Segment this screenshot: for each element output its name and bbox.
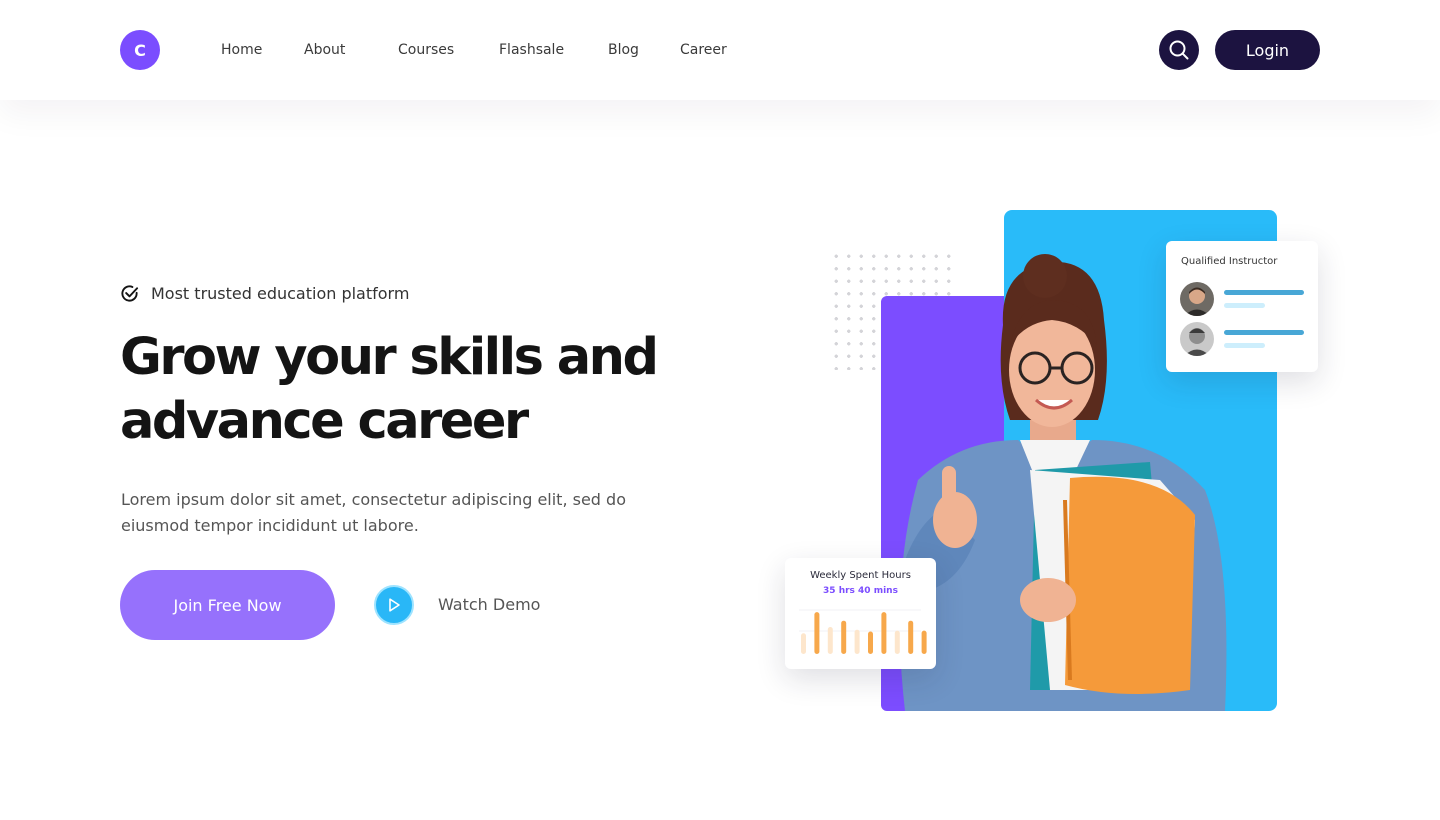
search-button[interactable] xyxy=(1159,30,1199,70)
nav-career[interactable]: Career xyxy=(680,41,727,59)
login-label: Login xyxy=(1245,40,1290,60)
weekly-bar xyxy=(841,620,847,654)
instructor-card: Qualified Instructor xyxy=(1166,241,1318,372)
trusted-badge: Most trusted education platform xyxy=(120,284,409,303)
weekly-bar xyxy=(827,627,833,654)
hero-description: Lorem ipsum dolor sit amet, consectetur … xyxy=(121,490,626,535)
site-header: C Home About Courses Flashsale Blog Care… xyxy=(0,0,1440,100)
weekly-bar xyxy=(854,629,860,654)
avatar xyxy=(1180,282,1214,316)
play-icon xyxy=(389,598,400,612)
nav-about[interactable]: About xyxy=(304,41,345,59)
trusted-text: Most trusted education platform xyxy=(151,284,410,303)
weekly-hours-card: Weekly Spent Hours 35 hrs 40 mins xyxy=(785,558,936,669)
play-button[interactable] xyxy=(374,585,414,625)
logo[interactable]: C xyxy=(120,30,160,70)
weekly-bar xyxy=(814,612,820,654)
avatar-icon xyxy=(1180,322,1214,356)
nav-flashsale[interactable]: Flashsale xyxy=(499,41,564,59)
logo-letter: C xyxy=(134,40,146,60)
instructor-line xyxy=(1224,343,1265,348)
weekly-bar xyxy=(894,630,900,654)
weekly-bar xyxy=(921,630,927,654)
search-icon xyxy=(1169,40,1189,60)
instructor-line xyxy=(1224,290,1304,295)
instructor-card-title: Qualified Instructor xyxy=(1181,256,1278,267)
instructor-line xyxy=(1224,330,1304,335)
login-button[interactable]: Login xyxy=(1215,30,1320,70)
hero-title: Grow your skills and advance career xyxy=(120,326,720,454)
weekly-bar xyxy=(908,620,914,654)
nav-home[interactable]: Home xyxy=(221,41,262,59)
weekly-bar-chart xyxy=(799,609,927,654)
check-circle-icon xyxy=(121,285,139,302)
nav-blog[interactable]: Blog xyxy=(608,41,639,59)
watch-demo-link[interactable]: Watch Demo xyxy=(438,595,540,614)
instructor-line xyxy=(1224,303,1265,308)
join-free-label: Join Free Now xyxy=(173,595,282,615)
hero-title-line1: Grow your skills and xyxy=(120,328,659,387)
avatar-icon xyxy=(1180,282,1214,316)
join-free-button[interactable]: Join Free Now xyxy=(120,570,335,640)
weekly-bar xyxy=(868,631,873,654)
weekly-bar xyxy=(801,633,806,654)
avatar xyxy=(1180,322,1214,356)
nav-courses[interactable]: Courses xyxy=(398,41,454,59)
weekly-bar xyxy=(881,612,887,654)
hero-title-line2: advance career xyxy=(120,392,529,451)
